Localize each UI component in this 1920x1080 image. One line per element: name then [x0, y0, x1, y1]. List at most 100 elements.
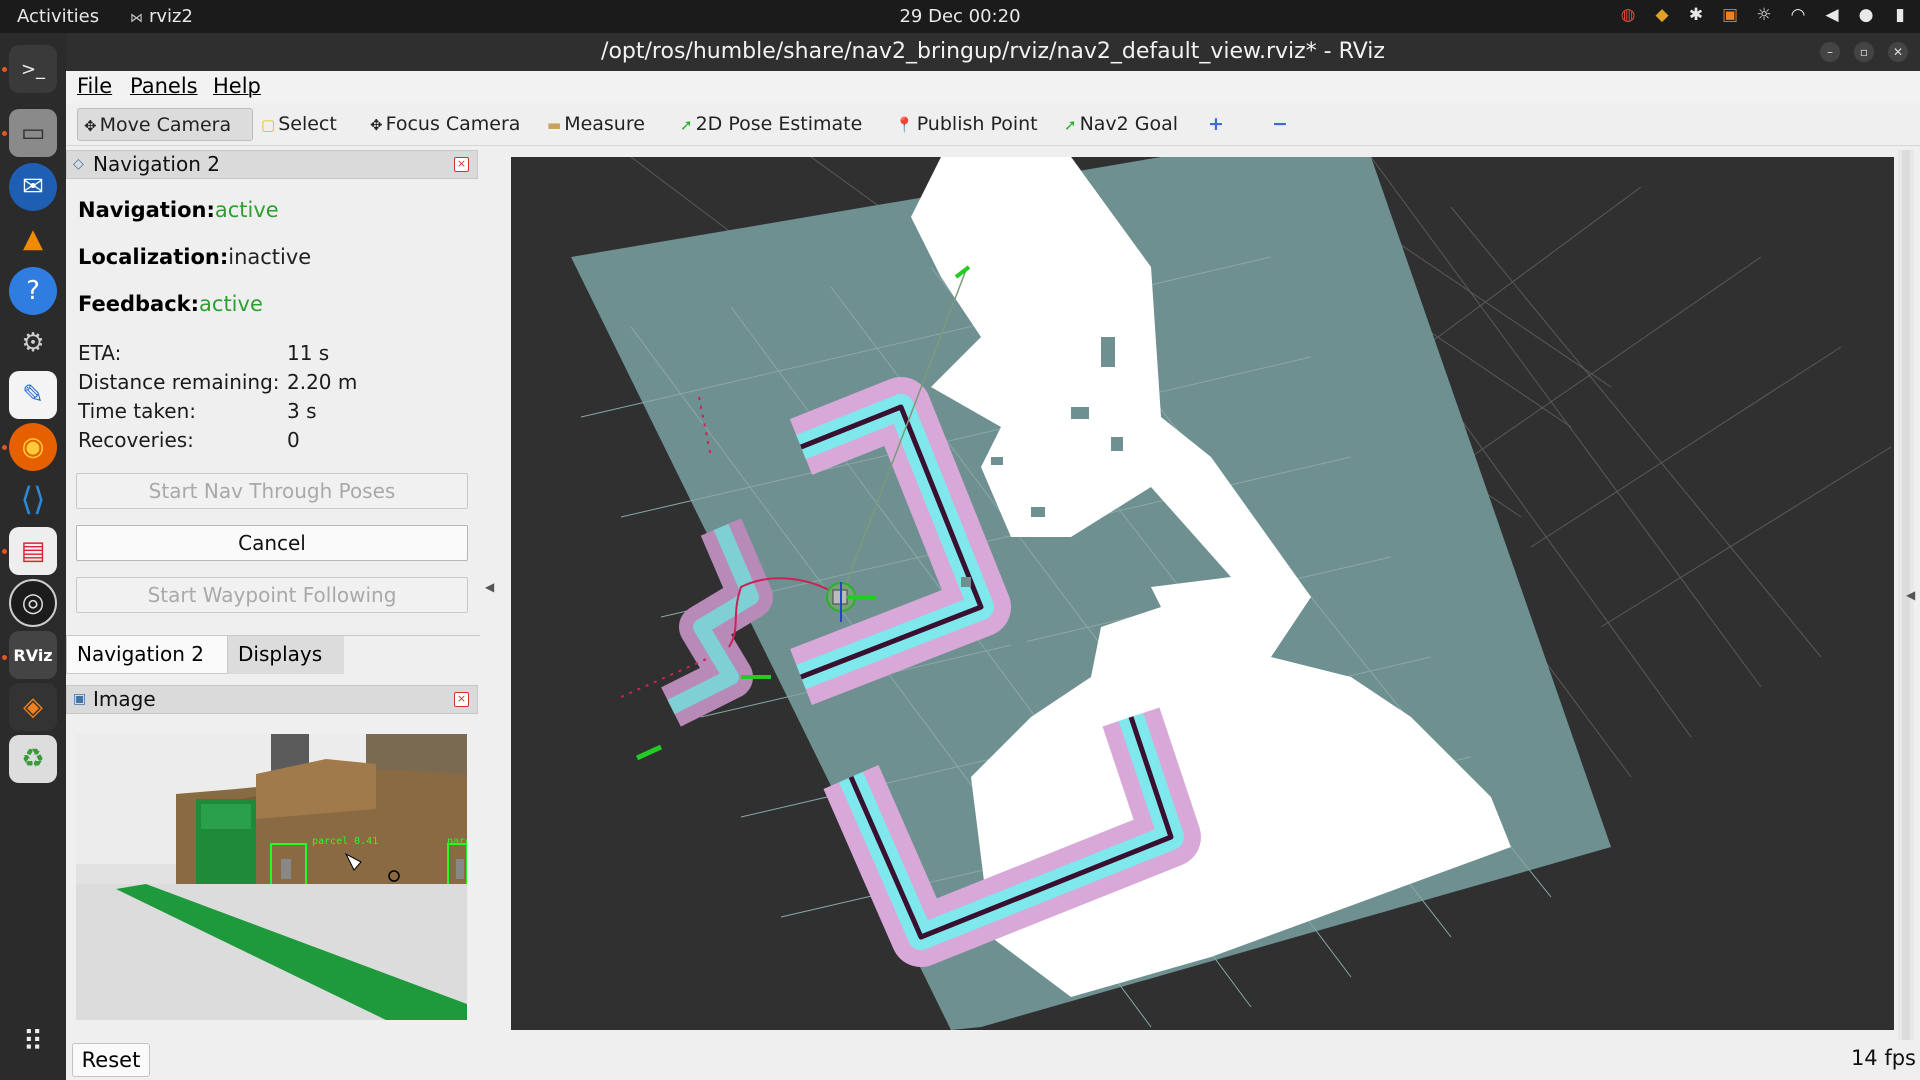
menu-file[interactable]: File: [77, 74, 112, 98]
map-pin-icon: 📍: [895, 116, 914, 134]
menu-panels[interactable]: Panels: [130, 74, 198, 98]
accessibility-icon[interactable]: ✱: [1686, 5, 1706, 25]
close-panel-icon[interactable]: ×: [454, 157, 469, 172]
measure-tool[interactable]: ▬ Measure: [541, 108, 651, 141]
start-nav-through-poses-button[interactable]: Start Nav Through Poses: [76, 473, 468, 509]
firefox-icon[interactable]: ◉: [9, 423, 57, 471]
window-titlebar[interactable]: /opt/ros/humble/share/nav2_bringup/rviz/…: [66, 33, 1920, 71]
system-top-bar: Activities ⋈ rviz2 29 Dec 00:20 ◍ ◆ ✱ ▣ ☼…: [0, 0, 1920, 33]
app-menu[interactable]: ⋈ rviz2: [130, 6, 193, 27]
microphone-icon[interactable]: ●: [1856, 5, 1876, 25]
obs-icon[interactable]: ◎: [9, 579, 57, 627]
navigation-label: Navigation:: [78, 198, 215, 222]
show-apps-icon[interactable]: ⠿: [9, 1017, 57, 1065]
measure-icon: ▬: [547, 116, 562, 134]
distance-row: Distance remaining: 2.20 m: [78, 370, 357, 394]
vlc-icon[interactable]: ▲: [9, 215, 57, 263]
right-panel-collapse-icon[interactable]: ◀: [1906, 588, 1915, 602]
add-tool-button[interactable]: +: [1202, 108, 1230, 141]
close-icon[interactable]: ✕: [1888, 42, 1908, 62]
dock: >_ ▭ ✉ ▲ ? ⚙ ✎ ◉ ⟨⟩ ▤ ◎ RViz ◈ ♻ ⠿: [0, 33, 66, 1080]
text-editor-icon[interactable]: ✎: [9, 371, 57, 419]
vscode-icon[interactable]: ⟨⟩: [9, 475, 57, 523]
running-indicator: [2, 655, 7, 660]
3d-viewport[interactable]: [511, 157, 1894, 1030]
detection-label-1: parcel 0.41: [312, 836, 379, 847]
nav2-goal-tool[interactable]: ➚ Nav2 Goal: [1058, 108, 1184, 141]
localization-status: Localization:inactive: [78, 245, 311, 269]
menu-bar: File Panels Help: [66, 71, 1920, 103]
distance-label: Distance remaining:: [78, 370, 280, 394]
focus-camera-icon: ✥: [370, 116, 383, 134]
select-tool[interactable]: ▢ Select: [255, 108, 343, 141]
localization-label: Localization:: [78, 245, 229, 269]
menu-help[interactable]: Help: [213, 74, 261, 98]
tool-bar: ✥ Move Camera ▢ Select ✥ Focus Camera ▬ Meas…: [66, 104, 1920, 146]
files-icon[interactable]: ▭: [9, 109, 57, 157]
reset-button[interactable]: Reset: [72, 1043, 150, 1077]
navigation-value: active: [214, 198, 279, 222]
camera-image-view: parcel 0.41 parc: [76, 734, 467, 1020]
status-bar: Reset 14 fps: [66, 1040, 1920, 1080]
trash-icon[interactable]: ♻: [9, 735, 57, 783]
left-dock-panel: ◇ Navigation 2 × Navigation:active Local…: [66, 148, 480, 1036]
navigation2-panel-header[interactable]: ◇ Navigation 2 ×: [66, 150, 478, 179]
remove-tool-button[interactable]: −: [1266, 108, 1294, 141]
panel-tab-bar: Navigation 2 Displays: [66, 635, 480, 674]
panel-splitter-handle[interactable]: ◀: [485, 580, 494, 594]
help-icon[interactable]: ?: [9, 267, 57, 315]
running-indicator: [2, 549, 7, 554]
tab-displays[interactable]: Displays: [228, 636, 344, 674]
move-camera-icon: ✥: [84, 117, 97, 135]
cancel-button[interactable]: Cancel: [76, 525, 468, 561]
fps-counter: 14 fps: [1850, 1046, 1916, 1070]
map-render: [571, 157, 1892, 1030]
pose-estimate-tool[interactable]: ➚ 2D Pose Estimate: [674, 108, 868, 141]
camera-scene: [76, 734, 467, 1020]
volume-icon[interactable]: ◀: [1822, 5, 1842, 25]
navigation2-panel-title: Navigation 2: [93, 152, 220, 176]
activities-button[interactable]: Activities: [17, 6, 99, 27]
feedback-value: active: [199, 292, 263, 316]
vpn-icon[interactable]: ◆: [1652, 5, 1672, 25]
rviz-icon[interactable]: RViz: [9, 631, 57, 679]
screen-share-icon[interactable]: ▣: [1720, 5, 1740, 25]
time-taken-label: Time taken:: [78, 399, 196, 423]
pose-arrow-icon: ➚: [680, 116, 693, 134]
focus-camera-tool[interactable]: ✥ Focus Camera: [364, 108, 526, 141]
image-panel-header[interactable]: ▣ Image ×: [66, 685, 478, 714]
feedback-status: Feedback:active: [78, 292, 263, 316]
document-viewer-icon[interactable]: ▤: [9, 527, 57, 575]
start-waypoint-following-button[interactable]: Start Waypoint Following: [76, 577, 468, 613]
sublime-icon[interactable]: ◈: [9, 683, 57, 731]
close-image-panel-icon[interactable]: ×: [454, 692, 469, 707]
eta-value: 11 s: [287, 341, 330, 365]
minimize-icon[interactable]: –: [1820, 42, 1840, 62]
thunderbird-icon[interactable]: ✉: [9, 163, 57, 211]
move-camera-tool[interactable]: ✥ Move Camera: [77, 108, 253, 141]
maximize-icon[interactable]: ▫: [1854, 42, 1874, 62]
localization-value: inactive: [228, 245, 312, 269]
tab-navigation2[interactable]: Navigation 2: [66, 636, 228, 674]
brightness-icon[interactable]: ☼: [1754, 5, 1774, 25]
chrome-icon[interactable]: ◍: [1618, 5, 1638, 25]
running-indicator: [2, 445, 7, 450]
recoveries-value: 0: [287, 428, 300, 452]
rviz-dock-label: RViz: [13, 645, 53, 665]
feedback-label: Feedback:: [78, 292, 200, 316]
system-tray[interactable]: ◍ ◆ ✱ ▣ ☼ ◠ ◀ ● ▮: [1618, 5, 1910, 25]
goal-arrow: [635, 744, 663, 761]
image-panel-title: Image: [93, 687, 156, 711]
settings-icon[interactable]: ⚙: [9, 319, 57, 367]
recoveries-row: Recoveries: 0: [78, 428, 300, 452]
eta-row: ETA: 11 s: [78, 341, 329, 365]
image-panel-icon: ▣: [73, 691, 87, 707]
time-taken-row: Time taken: 3 s: [78, 399, 317, 423]
running-indicator: [2, 131, 7, 136]
distance-value: 2.20 m: [287, 370, 358, 394]
recoveries-label: Recoveries:: [78, 428, 194, 452]
terminal-icon[interactable]: >_: [9, 45, 57, 93]
wifi-icon[interactable]: ◠: [1788, 5, 1808, 25]
publish-point-tool[interactable]: 📍 Publish Point: [889, 108, 1044, 141]
battery-icon[interactable]: ▮: [1890, 5, 1910, 25]
